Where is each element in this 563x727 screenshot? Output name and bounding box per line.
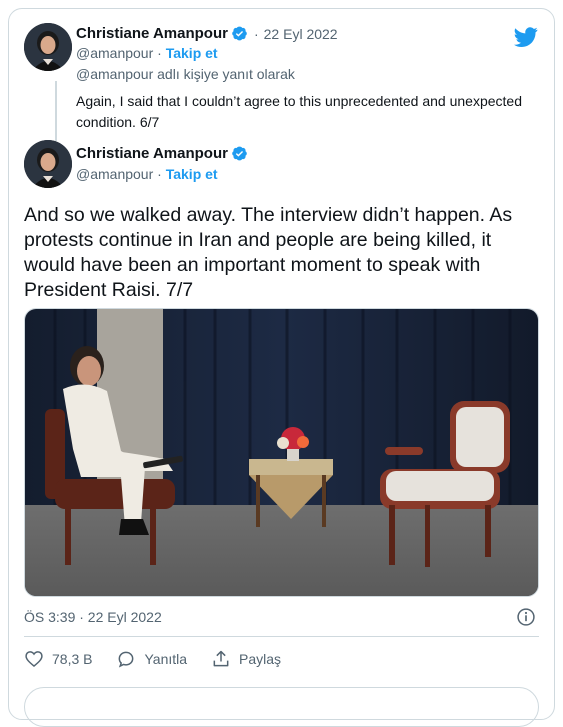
main-author-row: Christiane Amanpour (76, 145, 248, 162)
share-label: Paylaş (239, 651, 282, 667)
follow-button[interactable]: Takip et (166, 45, 218, 61)
reply-context[interactable]: @amanpour adlı kişiye yanıt olarak (76, 66, 295, 82)
like-count: 78,3 B (52, 651, 93, 667)
share-button[interactable]: Paylaş (211, 649, 281, 669)
tweet-photo[interactable] (24, 308, 539, 597)
follow-button[interactable]: Takip et (166, 166, 218, 182)
reply-label: Yanıtla (144, 651, 188, 667)
reply-tweet-text: Again, I said that I couldn’t agree to t… (76, 93, 522, 130)
share-icon (213, 650, 229, 667)
date-separator: · (253, 25, 259, 42)
heart-icon (25, 651, 43, 668)
reply-icon (119, 651, 134, 668)
interview-room-image (25, 309, 538, 596)
verified-badge-icon (232, 146, 247, 161)
info-icon[interactable] (516, 607, 536, 627)
tweet-timestamp[interactable]: ÖS 3:39 · 22 Eyl 2022 (24, 609, 162, 625)
avatar[interactable] (24, 23, 72, 71)
twitter-bird-icon[interactable] (514, 25, 538, 49)
main-tweet-text: And so we walked away. The interview did… (24, 204, 513, 301)
avatar[interactable] (24, 140, 72, 188)
author-handle[interactable]: @amanpour (76, 166, 153, 182)
main-handle-row: @amanpour · Takip et (76, 166, 218, 182)
author-name[interactable]: Christiane Amanpour (76, 25, 228, 42)
handle-separator: · (157, 166, 162, 182)
tweet-date[interactable]: 22 Eyl 2022 (264, 26, 338, 42)
verified-badge-icon (232, 26, 247, 41)
like-button[interactable]: 78,3 B (24, 649, 92, 669)
thread-connector-line (55, 81, 57, 141)
reply-handle-row: @amanpour · Takip et (76, 45, 218, 61)
read-replies-button[interactable] (24, 687, 539, 727)
avatar-portrait-icon (24, 140, 72, 188)
reply-author-row: Christiane Amanpour · 22 Eyl 2022 (76, 25, 338, 42)
divider (24, 636, 539, 637)
handle-separator: · (157, 45, 162, 61)
author-handle[interactable]: @amanpour (76, 45, 153, 61)
tweet-embed-card: Christiane Amanpour · 22 Eyl 2022 @amanp… (8, 8, 555, 727)
tweet-actions: 78,3 B Yanıtla Paylaş (24, 649, 305, 669)
author-name[interactable]: Christiane Amanpour (76, 145, 228, 162)
avatar-portrait-icon (24, 23, 72, 71)
reply-button[interactable]: Yanıtla (116, 649, 187, 669)
